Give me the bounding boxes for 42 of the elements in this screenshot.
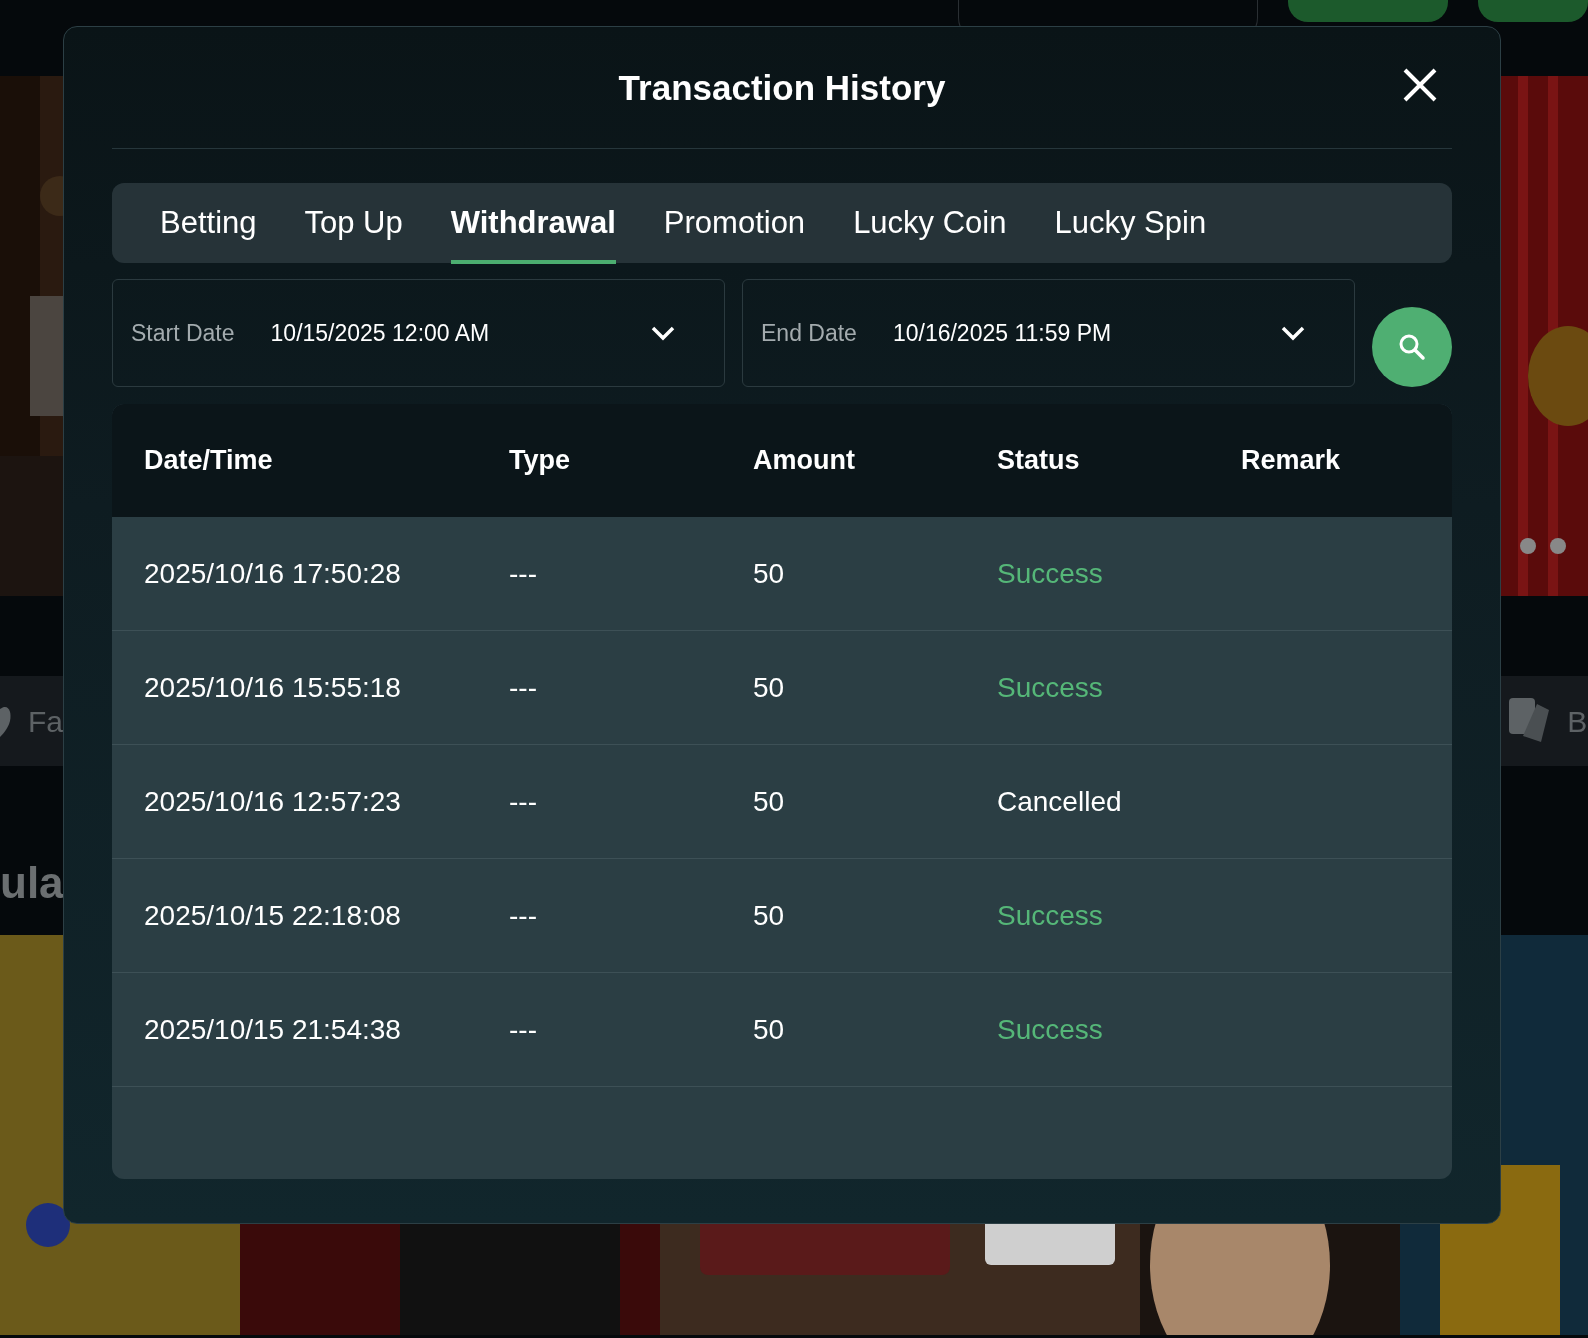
table-cell: 50 — [753, 557, 785, 589]
table-cell: 2025/10/15 22:18:08 — [144, 899, 401, 931]
table-cell: --- — [509, 899, 537, 931]
tab[interactable]: Top Up — [304, 181, 403, 265]
table-cell: --- — [509, 557, 537, 589]
table-cell: 2025/10/16 17:50:28 — [144, 557, 401, 589]
search-icon — [1398, 333, 1426, 361]
modal-title: Transaction History — [618, 66, 946, 109]
table-cell: Success — [997, 1013, 1103, 1045]
table-cell: 2025/10/15 21:54:38 — [144, 1013, 401, 1045]
tab[interactable]: Withdrawal — [450, 181, 616, 265]
field-label: End Date — [761, 318, 857, 348]
table-cell: Success — [997, 671, 1103, 703]
table-cell: 2025/10/16 12:57:23 — [144, 785, 401, 817]
table-cell: Success — [997, 899, 1103, 931]
field-label: Start Date — [131, 318, 235, 348]
table-cell: 50 — [753, 671, 785, 703]
column-header: Status — [997, 445, 1080, 476]
section-title: ula — [0, 861, 65, 905]
tab[interactable]: Promotion — [663, 181, 806, 265]
table-cell: --- — [509, 671, 537, 703]
column-header: Date/Time — [144, 445, 273, 476]
table-cell: 50 — [753, 785, 785, 817]
field-value: 10/15/2025 12:00 AM — [270, 318, 491, 348]
chevron-down-icon — [1280, 325, 1306, 341]
chevron-down-icon — [650, 325, 676, 341]
table-cell: 50 — [753, 899, 785, 931]
date-field[interactable]: End Date 10/16/2025 11:59 PM — [742, 279, 1355, 387]
table-cell: 50 — [753, 1013, 785, 1045]
table-cell: Success — [997, 557, 1103, 589]
column-header: Remark — [1241, 445, 1341, 476]
column-header: Type — [509, 445, 570, 476]
tab[interactable]: Lucky Spin — [1054, 181, 1207, 265]
field-value: 10/16/2025 11:59 PM — [892, 318, 1113, 348]
date-field[interactable]: Start Date 10/15/2025 12:00 AM — [112, 279, 725, 387]
table-cell: --- — [509, 1013, 537, 1045]
table-cell: Cancelled — [997, 785, 1122, 817]
table-cell: 2025/10/16 15:55:18 — [144, 671, 401, 703]
table-cell: --- — [509, 785, 537, 817]
tab[interactable]: Betting — [160, 181, 257, 265]
column-header: Amount — [753, 445, 855, 476]
tab[interactable]: Lucky Coin — [853, 181, 1007, 265]
